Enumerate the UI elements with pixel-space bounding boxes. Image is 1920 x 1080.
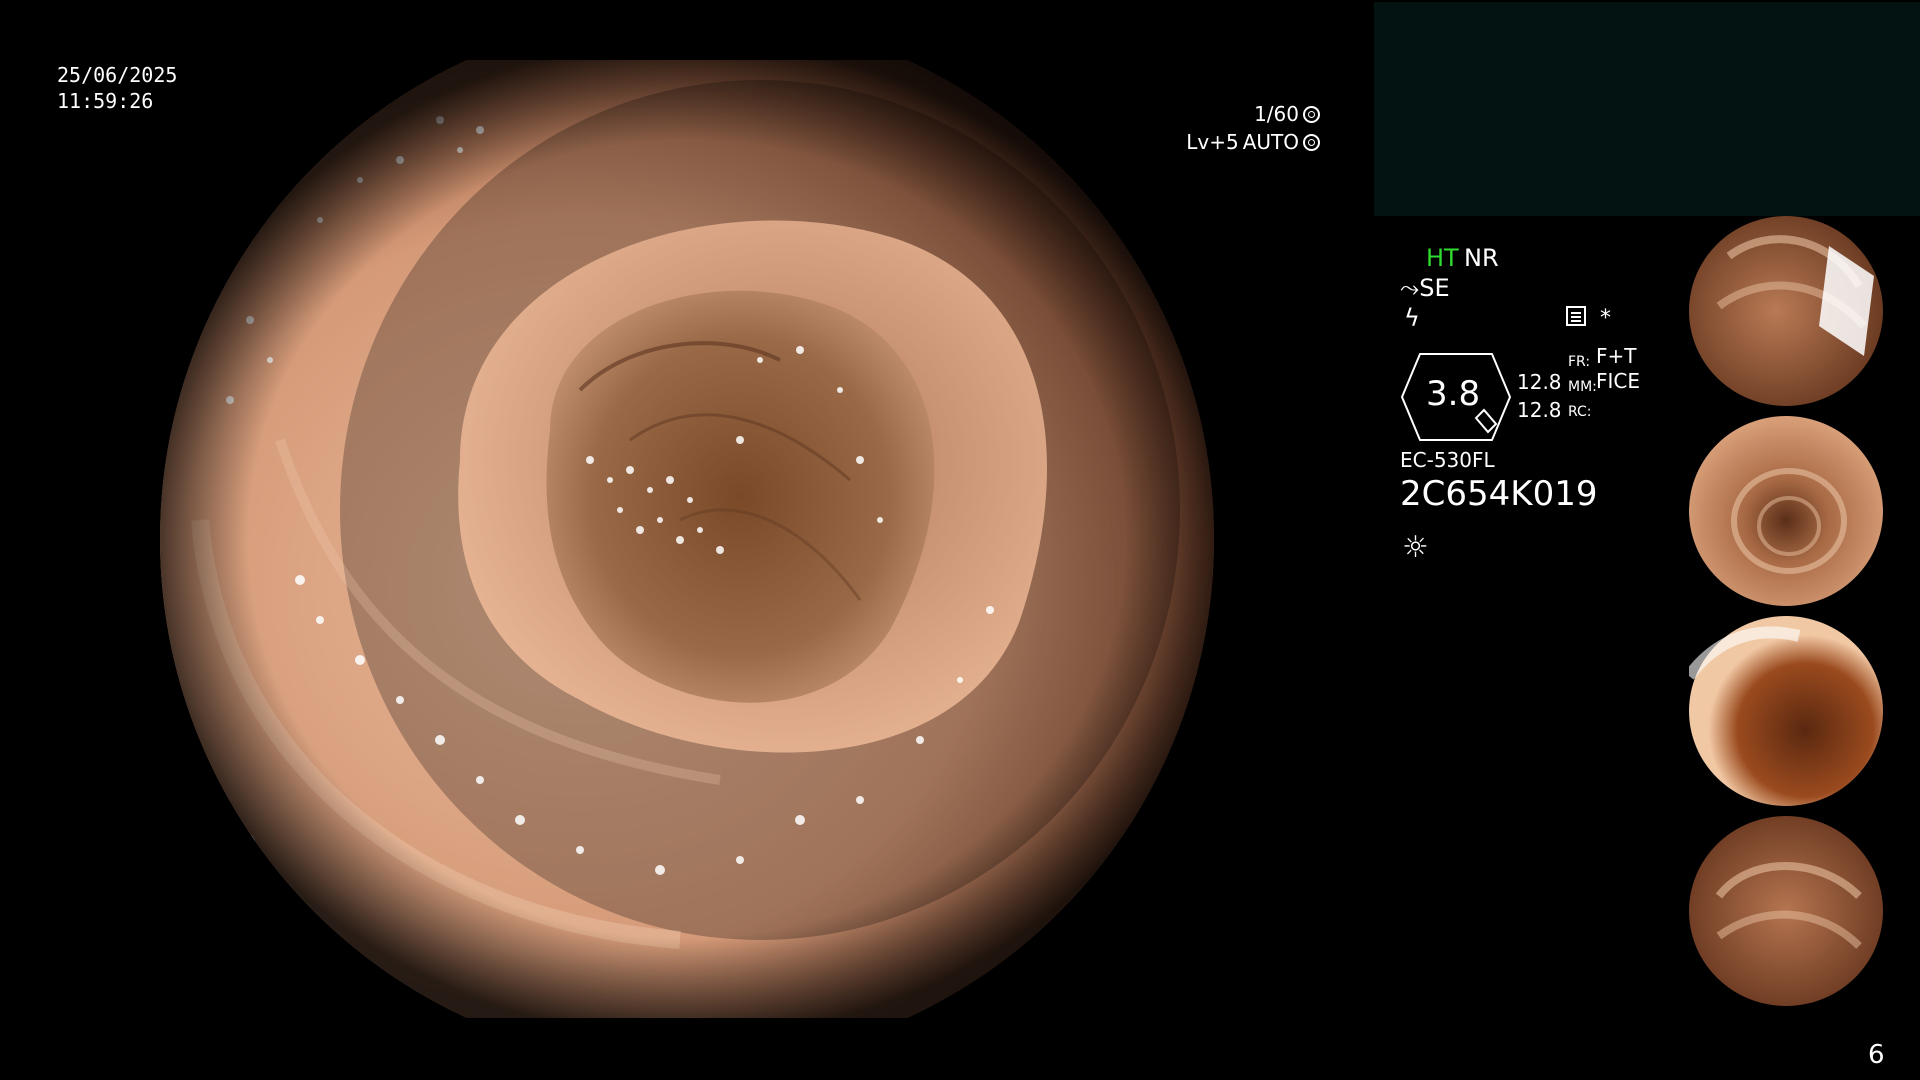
thumbnail-column	[1672, 216, 1920, 1016]
mode-values: F+T FICE	[1596, 344, 1640, 394]
se-icon: ⤳	[1400, 274, 1420, 302]
scope-model: EC-530FL	[1400, 448, 1495, 472]
thumbnail-3-image	[1689, 616, 1883, 806]
numeric-values: 12.8 12.8	[1517, 368, 1562, 424]
mode-labels: FR: MM: RC:	[1568, 350, 1597, 425]
level-row: Lv+5 AUTO	[1186, 128, 1320, 156]
thumbnail-2-image	[1689, 416, 1883, 606]
page-number: 6	[1868, 1040, 1885, 1070]
thumbnail-1[interactable]	[1672, 216, 1920, 414]
thumbnail-3[interactable]	[1672, 616, 1920, 814]
value-1: 12.8	[1517, 370, 1562, 394]
sun-icon: ☼	[1402, 530, 1429, 565]
se-text: SE	[1419, 274, 1450, 302]
date-text: 25/06/2025	[57, 63, 178, 87]
shutter-icon	[1303, 105, 1320, 123]
status-panel: HT NR ⤳SE ϟ * 3.8 12.8 12.8 FR: MM: RC: …	[1400, 240, 1670, 570]
shutter-text: 1/60	[1254, 102, 1299, 126]
mode-text: AUTO	[1242, 130, 1299, 154]
iris-icon	[1303, 133, 1320, 151]
scope-serial: 2C654K019	[1400, 474, 1598, 514]
se-indicator: ⤳SE	[1400, 274, 1450, 302]
level-text: Lv+5	[1186, 130, 1239, 154]
rc-label: RC:	[1568, 404, 1592, 420]
exposure-info: 1/60 Lv+5 AUTO	[1186, 100, 1320, 156]
thumbnail-4[interactable]	[1672, 816, 1920, 1014]
document-icon	[1566, 306, 1586, 326]
star-indicator: *	[1600, 306, 1611, 331]
endoscope-view	[160, 60, 1214, 1018]
nr-indicator: NR	[1464, 244, 1499, 272]
value-2: 12.8	[1517, 398, 1562, 422]
shutter-row: 1/60	[1186, 100, 1320, 128]
ht-indicator: HT	[1426, 244, 1459, 272]
fr-label: FR:	[1568, 354, 1591, 370]
time-text: 11:59:26	[57, 89, 154, 113]
thumbnail-1-image	[1689, 216, 1883, 406]
timestamp: 25/06/2025 11:59:26	[57, 62, 177, 114]
flash-icon: ϟ	[1404, 304, 1420, 332]
info-panel-background	[1374, 2, 1920, 216]
mm-label: MM:	[1568, 379, 1597, 395]
fr-value: F+T	[1596, 344, 1637, 368]
thumbnail-4-image	[1689, 816, 1883, 1006]
mm-value: FICE	[1596, 369, 1641, 393]
endoscope-image	[160, 60, 1214, 1018]
zoom-value: 3.8	[1426, 374, 1481, 414]
thumbnail-2[interactable]	[1672, 416, 1920, 614]
